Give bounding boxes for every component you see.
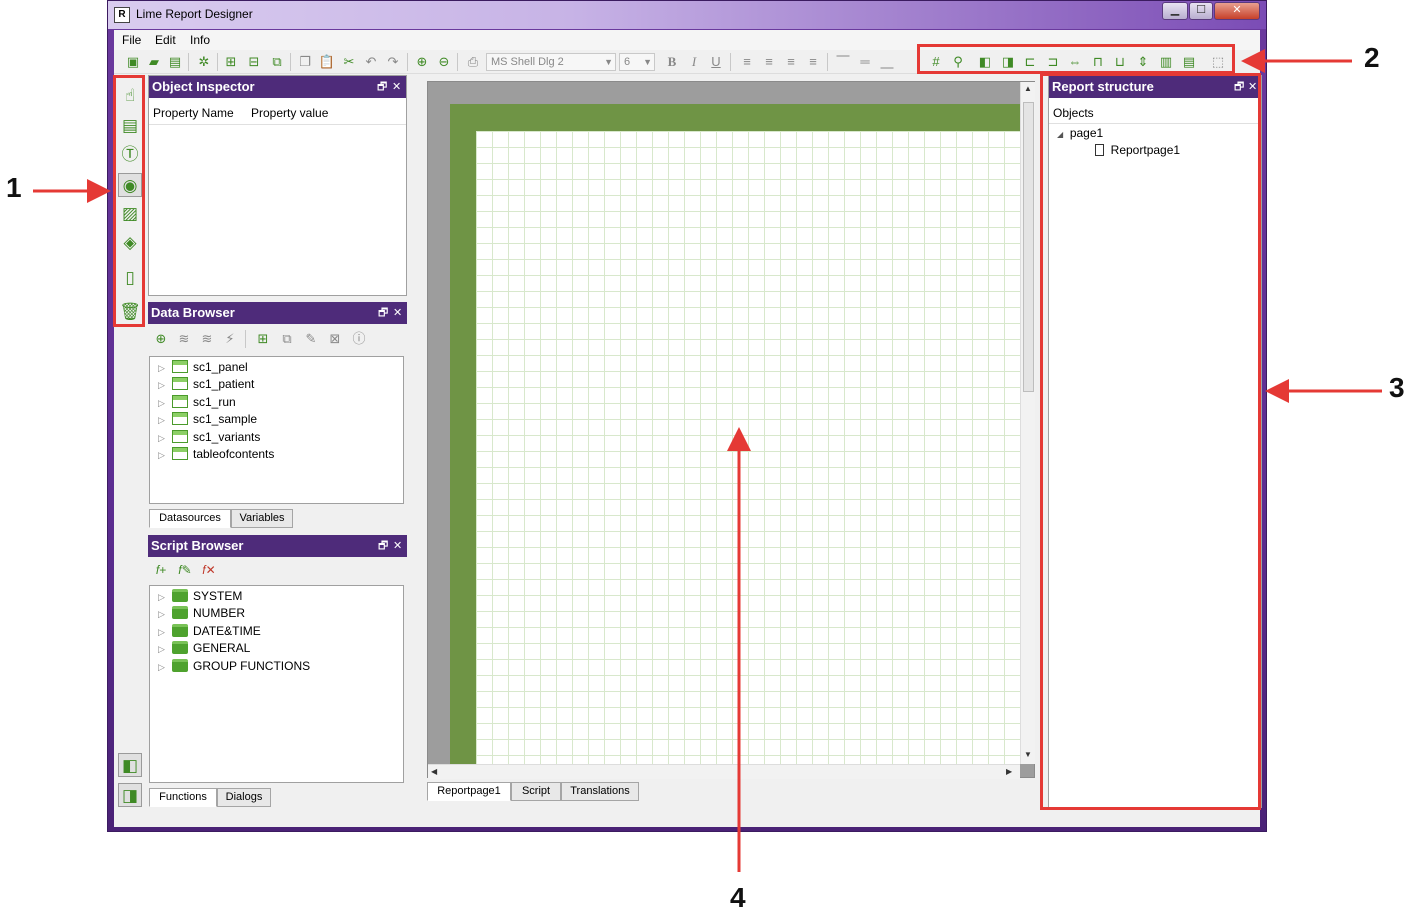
- annotation-label-3: 3: [1389, 372, 1405, 403]
- annotation-label-1: 1: [6, 172, 22, 203]
- annotation-label-2: 2: [1364, 42, 1380, 73]
- annotation-label-4: 4: [730, 882, 746, 913]
- annotation-arrows: [33, 49, 1382, 872]
